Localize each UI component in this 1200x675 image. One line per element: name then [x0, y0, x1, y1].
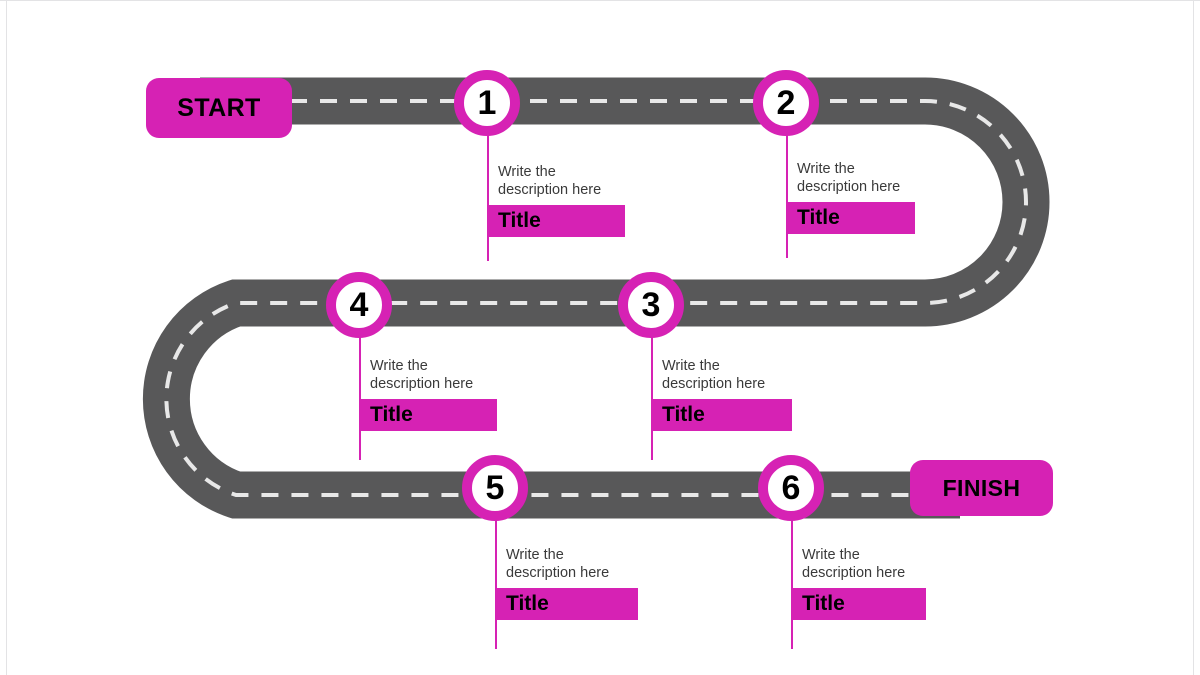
- step-card: Write the description here Title: [793, 546, 926, 620]
- step-title-label: Title: [662, 403, 705, 426]
- start-label: START: [177, 93, 261, 122]
- start-button[interactable]: START: [146, 78, 292, 138]
- step-description: Write the description here: [797, 161, 901, 195]
- step-description: Write the description here: [662, 358, 766, 392]
- step-number-circle[interactable]: 3: [618, 272, 684, 338]
- roadmap-slide: START FINISH 1 Write the description here…: [0, 0, 1200, 675]
- step-description: Write the description here: [506, 547, 610, 581]
- step-title-label: Title: [370, 403, 413, 426]
- step-title-bar[interactable]: Title: [793, 588, 926, 620]
- step-card: Write the description here Title: [489, 163, 625, 237]
- step-card: Write the description here Title: [361, 357, 497, 431]
- finish-button[interactable]: FINISH: [910, 460, 1053, 516]
- step-title-label: Title: [797, 206, 840, 229]
- step-title-bar[interactable]: Title: [489, 205, 625, 237]
- step-description: Write the description here: [370, 358, 474, 392]
- step-number-label: 2: [776, 84, 796, 122]
- step-description: Write the description here: [802, 547, 906, 581]
- step-card: Write the description here Title: [653, 357, 792, 431]
- step-title-label: Title: [506, 592, 549, 615]
- step-number-label: 4: [349, 286, 369, 324]
- step-number-circle[interactable]: 5: [462, 455, 528, 521]
- step-title-bar[interactable]: Title: [653, 399, 792, 431]
- step-title-bar[interactable]: Title: [497, 588, 638, 620]
- step-number-circle[interactable]: 1: [454, 70, 520, 136]
- step-number-circle[interactable]: 6: [758, 455, 824, 521]
- step-title-bar[interactable]: Title: [361, 399, 497, 431]
- step-title-bar[interactable]: Title: [788, 202, 915, 234]
- step-number-circle[interactable]: 4: [326, 272, 392, 338]
- step-title-label: Title: [802, 592, 845, 615]
- step-number-label: 3: [641, 286, 661, 324]
- step-description: Write the description here: [498, 164, 602, 198]
- step-number-label: 1: [477, 84, 497, 122]
- finish-label: FINISH: [942, 474, 1021, 501]
- step-number-label: 6: [781, 469, 801, 507]
- step-number-circle[interactable]: 2: [753, 70, 819, 136]
- step-number-label: 5: [485, 469, 505, 507]
- step-card: Write the description here Title: [497, 546, 638, 620]
- step-title-label: Title: [498, 209, 541, 232]
- step-card: Write the description here Title: [788, 160, 915, 234]
